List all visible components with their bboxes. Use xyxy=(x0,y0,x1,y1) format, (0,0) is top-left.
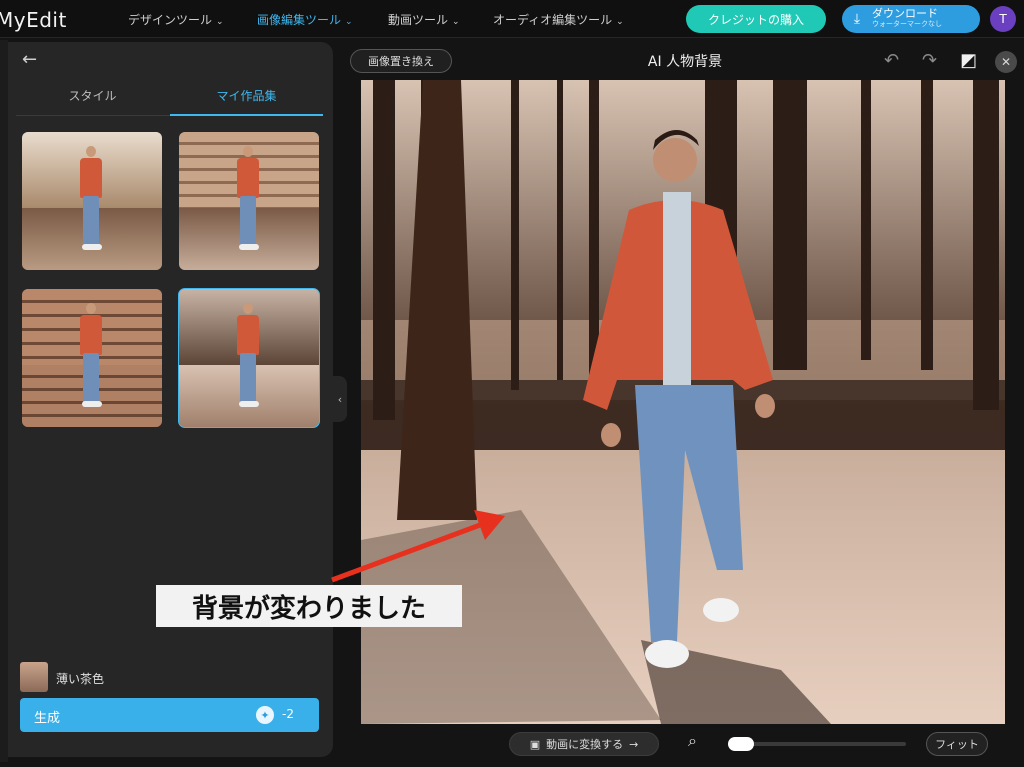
chevron-down-icon: ⌄ xyxy=(345,17,353,27)
app-logo[interactable]: MyEdit xyxy=(0,8,67,32)
gallery-thumb-selected[interactable] xyxy=(178,288,320,428)
chevron-down-icon: ⌄ xyxy=(616,17,624,27)
style-swatch xyxy=(20,662,48,692)
credit-coin-icon: ✦ xyxy=(256,706,274,724)
page-title: AI 人物背景 xyxy=(647,54,723,70)
undo-icon[interactable]: ↶ xyxy=(884,50,899,71)
annotation-label: 背景が変わりました xyxy=(156,585,462,627)
download-label: ダウンロード xyxy=(872,7,938,20)
redo-icon[interactable]: ↷ xyxy=(922,50,937,71)
tab-style[interactable]: スタイル xyxy=(16,87,169,104)
style-name: 薄い茶色 xyxy=(56,672,105,686)
generate-label: 生成 xyxy=(34,711,61,726)
close-icon[interactable]: ✕ xyxy=(995,51,1017,73)
tab-underline xyxy=(170,114,323,116)
nav-design-tools[interactable]: デザインツール ⌄ xyxy=(128,11,224,28)
chevron-left-icon: ‹ xyxy=(337,392,343,406)
nav-image-tools-label: 画像編集ツール xyxy=(257,13,342,27)
generate-cost: -2 xyxy=(282,707,294,721)
zoom-slider[interactable] xyxy=(728,737,906,751)
arrow-right-icon: → xyxy=(629,737,639,751)
generate-button[interactable]: 生成 ✦ -2 xyxy=(20,698,319,732)
zoom-icon[interactable]: ⌕ xyxy=(688,731,697,751)
chevron-down-icon: ⌄ xyxy=(216,17,224,27)
bottom-toolbar: ▣ 動画に変換する → ⌕ フィット xyxy=(348,726,1024,764)
gallery-thumb[interactable] xyxy=(22,132,162,270)
nav-video-tools[interactable]: 動画ツール ⌄ xyxy=(388,11,460,28)
nav-audio-tools-label: オーディオ編集ツール xyxy=(493,13,613,27)
gallery-thumb[interactable] xyxy=(22,289,162,427)
left-edge xyxy=(0,40,8,762)
nav-audio-tools[interactable]: オーディオ編集ツール ⌄ xyxy=(493,11,624,28)
download-icon: ⤓ xyxy=(853,11,861,27)
compare-icon[interactable]: ◩ xyxy=(960,50,977,71)
nav-image-tools[interactable]: 画像編集ツール ⌄ xyxy=(257,11,353,28)
top-bar: MyEdit デザインツール ⌄ 画像編集ツール ⌄ 動画ツール ⌄ オーディオ編集ツ… xyxy=(0,0,1024,38)
collapse-panel-button[interactable]: ‹ xyxy=(333,376,347,422)
avatar[interactable]: T xyxy=(990,6,1016,32)
zoom-slider-knob[interactable] xyxy=(728,737,754,751)
download-button[interactable]: ⤓ ダウンロード ウォーターマークなし xyxy=(842,5,980,33)
download-sublabel: ウォーターマークなし xyxy=(872,20,942,28)
video-icon: ▣ xyxy=(529,737,541,751)
convert-to-video-button[interactable]: ▣ 動画に変換する → xyxy=(509,732,659,756)
back-arrow-icon[interactable]: ← xyxy=(22,49,37,70)
gallery-thumb[interactable] xyxy=(179,132,319,270)
chevron-down-icon: ⌄ xyxy=(452,17,460,27)
tab-my-works[interactable]: マイ作品集 xyxy=(170,87,323,104)
nav-design-tools-label: デザインツール xyxy=(128,13,213,27)
nav-video-tools-label: 動画ツール xyxy=(388,13,449,27)
buy-credits-button[interactable]: クレジットの購入 xyxy=(686,5,826,33)
result-photo-drawing xyxy=(361,80,1005,724)
replace-image-button[interactable]: 画像置き換え xyxy=(350,49,452,73)
fit-button[interactable]: フィット xyxy=(926,732,988,756)
result-image xyxy=(361,80,1005,724)
side-panel: ← スタイル マイ作品集 薄い茶色 生成 ✦ -2 xyxy=(8,42,333,757)
convert-to-video-label: 動画に変換する xyxy=(546,738,624,751)
